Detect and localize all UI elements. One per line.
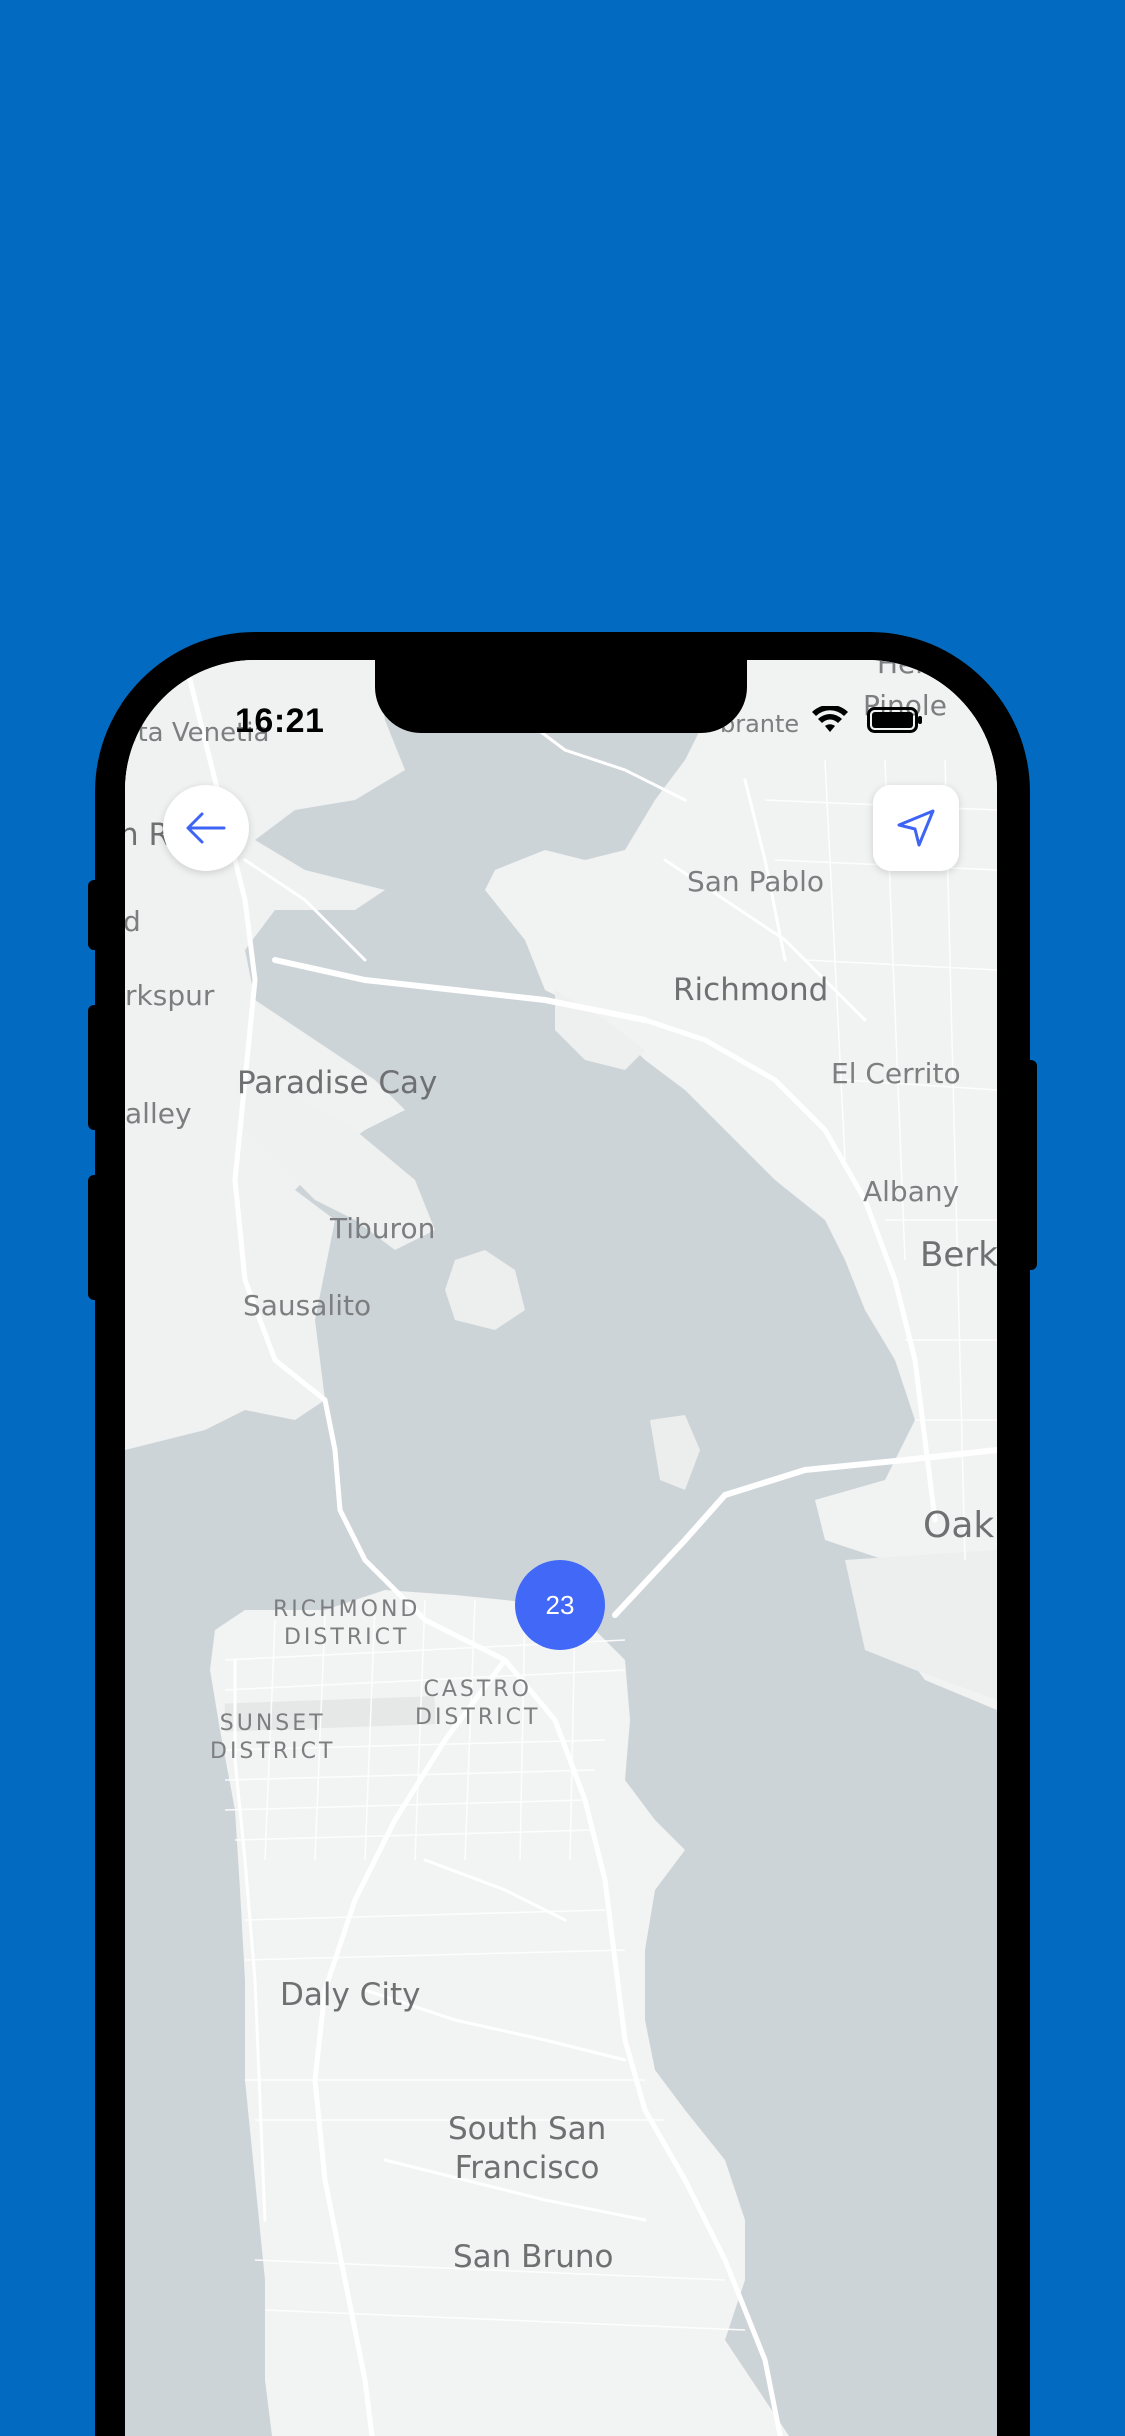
navigation-arrow-icon [897,809,935,847]
map-label-sausalito: Sausalito [243,1289,372,1322]
map-label-richmond-district: RICHMOND DISTRICT [273,1597,421,1650]
map-label-larkspur: rkspur [125,979,215,1012]
battery-icon [867,707,922,733]
arrow-left-icon [186,812,226,844]
map-label-berkeley: Berk [920,1235,997,1275]
map-label-albany: Albany [863,1175,960,1208]
map-label-d: d [125,905,141,938]
status-bar-time: 16:21 [235,702,325,740]
map-label-el-cerrito: El Cerrito [831,1057,961,1090]
cluster-count: 23 [545,1589,575,1620]
map-label-castro-district: CASTRO DISTRICT [415,1677,541,1730]
map-label-san-bruno: San Bruno [453,2239,614,2275]
page-background: nta Venetia n R d rkspur alley Paradise … [0,0,1125,2436]
map-label-richmond: Richmond [673,972,829,1008]
phone-notch [375,660,747,733]
map-label-san-pablo: San Pablo [687,865,825,898]
map-label-hercules: Her [877,660,927,680]
wifi-icon [812,706,848,732]
map-label-tiburon: Tiburon [330,1212,436,1245]
map-label-sunset-district: SUNSET DISTRICT [210,1711,336,1764]
status-bar-icons [811,706,923,734]
map-label-valley: alley [125,1097,192,1130]
map-label-oakland: Oak [923,1505,995,1546]
back-button[interactable] [163,785,249,871]
map-label-south-san-francisco: South San Francisco [448,2111,607,2186]
map-cluster-marker[interactable]: 23 [515,1560,605,1650]
phone-screen: nta Venetia n R d rkspur alley Paradise … [125,660,997,2436]
map-label-paradise-cay: Paradise Cay [237,1065,438,1101]
map-label-daly-city: Daly City [280,1977,421,2013]
locate-me-button[interactable] [873,785,959,871]
